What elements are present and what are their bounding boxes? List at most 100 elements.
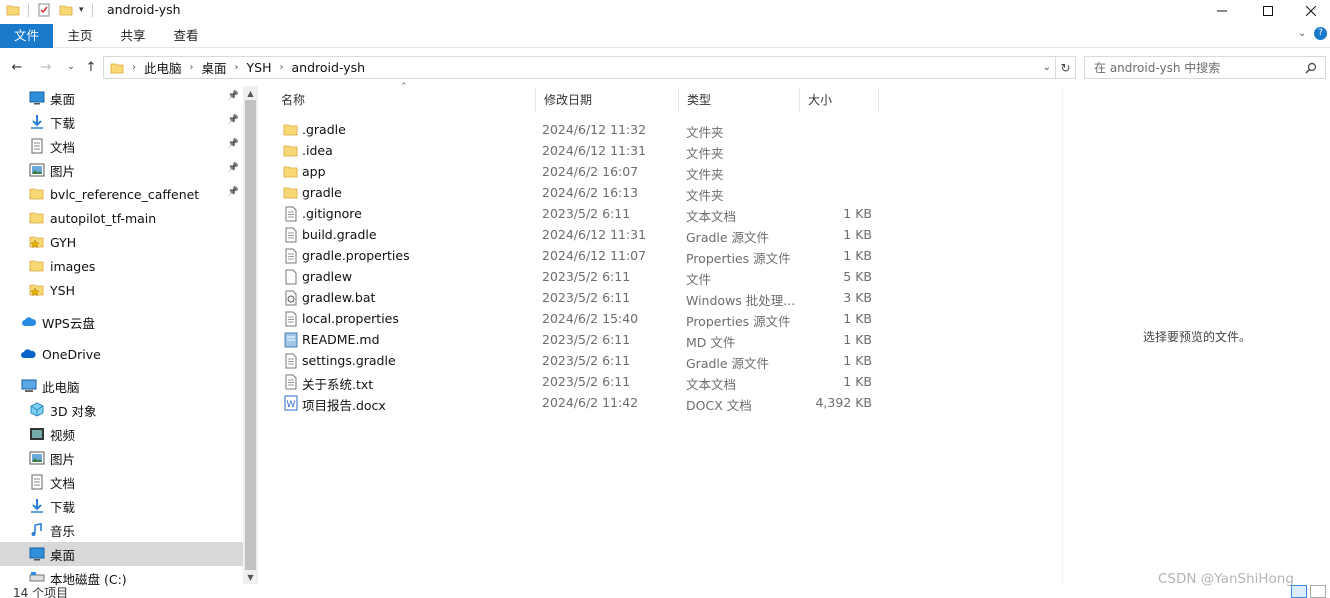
column-header-name[interactable]: 名称 [273,88,536,112]
nav-item[interactable]: 桌面 📌 [0,86,243,110]
file-size: 1 KB [843,311,872,326]
file-row[interactable]: README.md 2023/5/2 6:11 MD 文件 1 KB [281,329,881,350]
file-row[interactable]: .gitignore 2023/5/2 6:11 文本文档 1 KB [281,203,881,224]
nav-item[interactable]: 桌面 [0,542,243,566]
nav-item[interactable]: bvlc_reference_caffenet 📌 [0,182,243,206]
tab-view[interactable]: 查看 [164,24,208,48]
file-row[interactable]: app 2024/6/2 16:07 文件夹 [281,161,881,182]
nav-item[interactable]: GYH [0,230,243,254]
nav-item[interactable]: 视频 [0,422,243,446]
nav-item[interactable]: 3D 对象 [0,398,243,422]
breadcrumb-ysh[interactable]: YSH [239,60,280,75]
close-button[interactable] [1291,0,1330,22]
large-icons-view-button[interactable] [1310,585,1326,598]
nav-item[interactable]: 图片 📌 [0,158,243,182]
file-type: Gradle 源文件 [686,356,770,371]
window-title: android-ysh [107,2,181,17]
file-row[interactable]: .gradle 2024/6/12 11:32 文件夹 [281,119,881,140]
nav-item-label: 桌面 [50,547,76,563]
scroll-up-icon[interactable]: ▲ [243,86,258,100]
file-row[interactable]: gradle 2024/6/2 16:13 文件夹 [281,182,881,203]
pin-icon[interactable]: 📌 [228,115,239,125]
nav-item[interactable]: images [0,254,243,278]
watermark: CSDN @YanShiHong [1158,571,1294,587]
minimize-button[interactable] [1199,0,1245,22]
column-header-size[interactable]: 大小 [800,88,879,112]
tab-file[interactable]: 文件 [0,24,53,48]
nav-item-label: 本地磁盘 (C:) [50,571,127,587]
picture-icon [28,162,46,178]
quick-access-toolbar: ▾ [6,1,93,19]
breadcrumb-this-pc[interactable]: 此电脑 [136,58,190,77]
file-type: 文件夹 [686,167,724,182]
file-name: .idea [302,143,333,158]
pin-icon[interactable]: 📌 [228,139,239,149]
file-date: 2024/6/12 11:31 [542,143,647,158]
nav-item[interactable]: 音乐 [0,518,243,542]
nav-item-label: 图片 [50,451,76,467]
address-bar[interactable]: › 此电脑 › 桌面 › YSH › android-ysh ⌄ [103,56,1056,79]
search-box[interactable]: 在 android-ysh 中搜索 [1084,56,1326,79]
recent-locations-button[interactable]: ⌄ [62,57,80,77]
forward-button[interactable]: → [37,57,55,77]
file-row[interactable]: gradlew 2023/5/2 6:11 文件 5 KB [281,266,881,287]
file-row[interactable]: .idea 2024/6/12 11:31 文件夹 [281,140,881,161]
item-count: 14 个项目 [13,586,69,598]
up-button[interactable]: ↑ [82,57,100,77]
nav-scrollbar[interactable]: ▲ ▼ [243,86,258,584]
search-input[interactable]: 在 android-ysh 中搜索 [1085,59,1305,76]
column-header-type[interactable]: 类型 [679,88,800,112]
file-row[interactable]: gradlew.bat 2023/5/2 6:11 Windows 批处理... 3 … [281,287,881,308]
pin-icon[interactable]: 📌 [228,163,239,173]
new-folder-icon[interactable] [59,3,73,17]
expand-ribbon-icon[interactable]: ⌄ [1298,28,1306,39]
file-row[interactable]: gradle.properties 2024/6/12 11:07 Properti… [281,245,881,266]
document-icon [28,474,46,490]
help-icon[interactable]: ? [1314,27,1327,40]
tab-share[interactable]: 共享 [111,24,155,48]
file-date: 2024/6/12 11:07 [542,248,647,263]
file-row[interactable]: build.gradle 2024/6/12 11:31 Gradle 源文件 1 K… [281,224,881,245]
customize-dropdown-icon[interactable]: ▾ [79,5,84,15]
details-view-button[interactable] [1291,585,1307,598]
file-date: 2024/6/12 11:31 [542,227,647,242]
nav-item[interactable]: autopilot_tf-main [0,206,243,230]
file-row[interactable]: settings.gradle 2023/5/2 6:11 Gradle 源文件 1 … [281,350,881,371]
file-type: 文件夹 [686,125,724,140]
blank-file-icon [283,269,298,285]
title-bar: ▾ android-ysh [0,0,1330,22]
nav-item[interactable]: 文档 [0,470,243,494]
nav-item-label: GYH [50,234,77,250]
folder-icon [28,210,46,226]
nav-item[interactable]: 下载 📌 [0,110,243,134]
breadcrumb-android-ysh[interactable]: android-ysh [284,60,374,75]
refresh-button[interactable]: ↻ [1056,56,1076,79]
back-button[interactable]: ← [8,57,26,77]
nav-item[interactable]: WPS云盘 [0,310,243,334]
nav-item-label: 下载 [50,499,76,515]
file-row[interactable]: 关于系统.txt 2023/5/2 6:11 文本文档 1 KB [281,371,881,392]
nav-item[interactable]: OneDrive [0,342,243,366]
folder-icon[interactable] [6,3,20,17]
folder-icon [283,185,298,200]
file-type: MD 文件 [686,335,736,350]
file-row[interactable]: local.properties 2024/6/2 15:40 Properties… [281,308,881,329]
column-header-date[interactable]: 修改日期 [536,88,679,112]
file-row[interactable]: W 项目报告.docx 2024/6/2 11:42 DOCX 文档 4,392 KB [281,392,881,413]
nav-item-label: 3D 对象 [50,403,97,419]
scroll-down-icon[interactable]: ▼ [243,570,258,584]
maximize-button[interactable] [1245,0,1291,22]
folder-icon [28,186,46,202]
nav-item[interactable]: YSH [0,278,243,302]
nav-item[interactable]: 图片 [0,446,243,470]
nav-item[interactable]: 文档 📌 [0,134,243,158]
breadcrumb-desktop[interactable]: 桌面 [194,58,235,77]
nav-item[interactable]: 下载 [0,494,243,518]
tab-home[interactable]: 主页 [58,24,102,48]
address-dropdown-icon[interactable]: ⌄ [1043,62,1051,73]
properties-icon[interactable] [37,3,51,17]
nav-item[interactable]: 此电脑 [0,374,243,398]
pin-icon[interactable]: 📌 [228,91,239,101]
pin-icon[interactable]: 📌 [228,187,239,197]
nav-scroll-thumb[interactable] [245,100,256,570]
